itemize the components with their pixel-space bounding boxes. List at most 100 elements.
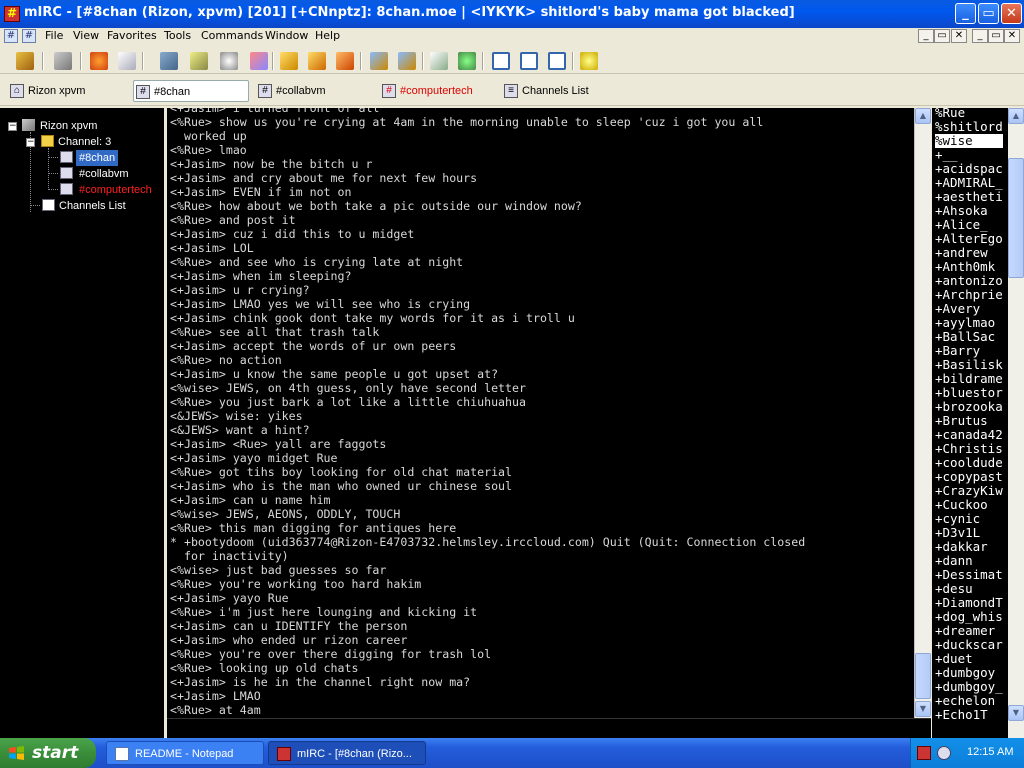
tree-item-channels-list[interactable]: Channels List (59, 198, 126, 214)
mdi-window-icon[interactable]: # (4, 29, 18, 43)
nick-item[interactable]: +D3v1L (935, 526, 1003, 540)
nick-item[interactable]: +echelon (935, 694, 1003, 708)
nick-item[interactable]: +dreamer (935, 624, 1003, 638)
message-input[interactable] (167, 718, 931, 738)
chat-buffer[interactable]: <+Jasim> i turned front of all <%Rue> sho… (167, 108, 914, 718)
nick-item[interactable]: +dann (935, 554, 1003, 568)
tree-item-computertech[interactable]: #computertech (79, 182, 152, 198)
chat-scrollbar[interactable]: ▲ ▼ (914, 108, 931, 718)
nicklist-scroll-thumb[interactable] (1008, 158, 1024, 278)
mdi-minimize-button-2[interactable]: _ (972, 29, 988, 43)
dcc-send-icon[interactable] (280, 52, 298, 70)
tree-collapse-toggle[interactable]: − (26, 138, 35, 147)
options-icon[interactable] (54, 52, 72, 70)
minimize-button[interactable]: _ (955, 3, 976, 24)
close-button[interactable]: ✕ (1001, 3, 1022, 24)
nick-item[interactable]: +brozooka (935, 400, 1003, 414)
nick-item[interactable]: +desu (935, 582, 1003, 596)
nick-item[interactable]: +dumbgoy_ (935, 680, 1003, 694)
channels-list-icon[interactable] (160, 52, 178, 70)
menu-commands[interactable]: Commands (201, 29, 263, 42)
dcc-chat-icon[interactable] (308, 52, 326, 70)
nick-item[interactable]: +Brutus (935, 414, 1003, 428)
chat-scroll-thumb[interactable] (915, 653, 931, 699)
log-files-icon[interactable] (430, 52, 448, 70)
nick-item[interactable]: +duet (935, 652, 1003, 666)
nick-item[interactable]: +andrew (935, 246, 1003, 260)
nick-item[interactable]: +Avery (935, 302, 1003, 316)
mirc-app-icon[interactable] (4, 6, 20, 22)
nick-item[interactable]: %wise (935, 134, 1003, 148)
scroll-down-icon[interactable]: ▼ (915, 701, 931, 717)
nick-item[interactable]: +DiamondT (935, 596, 1003, 610)
mdi-restore-button-2[interactable]: ▭ (988, 29, 1004, 43)
switchbar-item-collabvm[interactable]: # #collabvm (256, 80, 376, 102)
connect-icon[interactable] (16, 52, 34, 70)
mdi-restore-button[interactable]: ▭ (934, 29, 950, 43)
nick-item[interactable]: +AlterEgo (935, 232, 1003, 246)
menu-tools[interactable]: Tools (164, 29, 191, 42)
nick-item[interactable]: +Ahsoka (935, 204, 1003, 218)
mirc-tray-icon[interactable] (917, 746, 931, 760)
nick-item[interactable]: +bildrame (935, 372, 1003, 386)
channel-window-icon[interactable]: # (22, 29, 36, 43)
nick-item[interactable]: +CrazyKiw (935, 484, 1003, 498)
nicklist-scrollbar[interactable]: ▲ ▼ (1008, 108, 1024, 738)
nick-item[interactable]: +aestheti (935, 190, 1003, 204)
nick-item[interactable]: +__ (935, 148, 1003, 162)
nick-item[interactable]: +Alice_ (935, 218, 1003, 232)
nick-item[interactable]: +bluestor (935, 386, 1003, 400)
address-book-icon[interactable] (118, 52, 136, 70)
colors-icon[interactable] (250, 52, 268, 70)
mdi-minimize-button[interactable]: _ (918, 29, 934, 43)
menu-view[interactable]: View (73, 29, 99, 42)
task-notepad[interactable]: README - Notepad (106, 741, 264, 765)
nick-item[interactable]: +canada42 (935, 428, 1003, 442)
start-button[interactable]: start (0, 738, 96, 768)
scripts-editor-icon[interactable] (190, 52, 208, 70)
nick-item[interactable]: +Archprie (935, 288, 1003, 302)
nick-item[interactable]: +ayylmao (935, 316, 1003, 330)
menu-help[interactable]: Help (315, 29, 340, 42)
nick-item[interactable]: +Echo1T (935, 708, 1003, 722)
mdi-close-button[interactable]: ✕ (951, 29, 967, 43)
nick-item[interactable]: %shitlord (935, 120, 1003, 134)
tree-item-server[interactable]: Rizon xpvm (40, 118, 97, 134)
nick-item[interactable]: +copypast (935, 470, 1003, 484)
nick-item[interactable]: +dakkar (935, 540, 1003, 554)
nicklist[interactable]: %Rue %shitlord %wise +__ +acidspac +ADMIRAL_ +… (932, 108, 1008, 738)
switchbar-item-channels-list[interactable]: ≡ Channels List (502, 80, 622, 102)
tile-horizontal-icon[interactable] (492, 52, 510, 70)
switchbar-item-rizon-xpvm[interactable]: ⌂ Rizon xpvm (8, 80, 128, 102)
online-timer-icon[interactable] (458, 52, 476, 70)
timers-icon[interactable] (220, 52, 238, 70)
tile-vertical-icon[interactable] (520, 52, 538, 70)
nick-item[interactable]: +dog_whis (935, 610, 1003, 624)
menu-window[interactable]: Window (265, 29, 308, 42)
help-icon[interactable] (580, 52, 598, 70)
cascade-icon[interactable] (548, 52, 566, 70)
nick-item[interactable]: +Cuckoo (935, 498, 1003, 512)
nick-item[interactable]: +Basilisk (935, 358, 1003, 372)
notify-list-icon[interactable] (370, 52, 388, 70)
tree-item-collabvm[interactable]: #collabvm (79, 166, 129, 182)
scroll-down-icon[interactable]: ▼ (1008, 705, 1024, 721)
nick-item[interactable]: +BallSac (935, 330, 1003, 344)
tree-item-channel-folder[interactable]: Channel: 3 (58, 134, 111, 150)
nick-item[interactable]: +cooldude (935, 456, 1003, 470)
urls-list-icon[interactable] (398, 52, 416, 70)
tree-collapse-toggle[interactable]: − (8, 122, 17, 131)
favorites-icon[interactable] (90, 52, 108, 70)
nick-item[interactable]: +Dessimat (935, 568, 1003, 582)
nick-item[interactable]: +ADMIRAL_ (935, 176, 1003, 190)
switchbar-item-8chan[interactable]: # #8chan (133, 80, 249, 102)
nick-item[interactable]: +duckscar (935, 638, 1003, 652)
scroll-up-icon[interactable]: ▲ (1008, 108, 1024, 124)
menu-favorites[interactable]: Favorites (107, 29, 157, 42)
task-mirc[interactable]: mIRC - [#8chan (Rizo... (268, 741, 426, 765)
nick-item[interactable]: +antonizo (935, 274, 1003, 288)
nick-item[interactable]: +cynic (935, 512, 1003, 526)
nick-item[interactable]: +Barry (935, 344, 1003, 358)
tree-item-8chan[interactable]: #8chan (76, 150, 119, 166)
nick-item[interactable]: +acidspac (935, 162, 1003, 176)
